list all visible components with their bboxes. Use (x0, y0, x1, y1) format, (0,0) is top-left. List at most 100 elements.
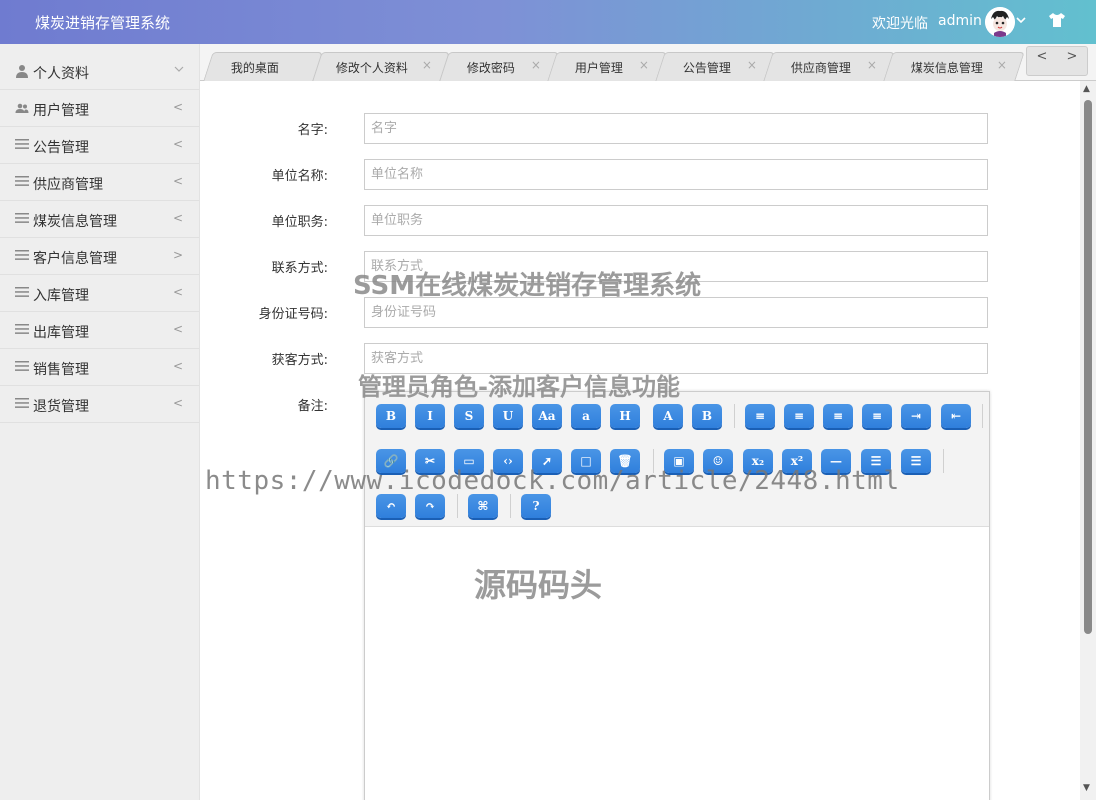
list-icon (15, 397, 29, 411)
undo-icon[interactable]: ↶ (376, 494, 406, 518)
cursor-icon[interactable]: ➚ (532, 449, 562, 473)
strikethrough-icon[interactable]: S (454, 404, 484, 428)
sidebar-item-stock-in[interactable]: 入库管理 < (0, 275, 199, 312)
font-color-icon[interactable]: A (653, 404, 683, 428)
chevron-left-icon: < (173, 174, 184, 188)
ordered-list-icon[interactable]: ☰ (861, 449, 891, 473)
scroll-up-icon[interactable]: ▲ (1083, 84, 1090, 94)
close-icon[interactable]: × (422, 58, 432, 72)
avatar[interactable] (985, 7, 1015, 37)
unlink-icon[interactable]: ✂ (415, 449, 445, 473)
sidebar-item-label: 销售管理 (33, 362, 89, 378)
contact-input[interactable] (364, 251, 988, 282)
tab-label: 修改个人资料 (335, 61, 408, 75)
align-left-icon[interactable]: ≡ (784, 404, 814, 428)
toolbar-separator (943, 449, 944, 473)
editor-body[interactable] (365, 527, 989, 800)
outdent-icon[interactable]: ⇤ (941, 404, 971, 428)
users-icon (15, 101, 29, 115)
fullscreen-icon[interactable]: □ (571, 449, 601, 473)
clear-icon[interactable]: 🗑 (610, 449, 640, 473)
tshirt-icon[interactable] (1048, 12, 1066, 32)
bold-icon[interactable]: B (376, 404, 406, 428)
tab-scroll-right-button[interactable]: > (1057, 49, 1087, 75)
tab-supplier-management[interactable]: 供应商管理 × (763, 52, 895, 81)
company-name-input[interactable] (364, 159, 988, 190)
indent-icon[interactable]: ⇥ (901, 404, 931, 428)
name-input[interactable] (364, 113, 988, 144)
close-icon[interactable]: × (867, 58, 877, 72)
remark-label: 备注: (297, 399, 328, 414)
italic-icon[interactable]: I (415, 404, 445, 428)
background-color-icon[interactable]: B (692, 404, 722, 428)
id-number-input[interactable] (364, 297, 988, 328)
sidebar-item-returns[interactable]: 退货管理 < (0, 386, 199, 423)
tab-coal-info-management[interactable]: 煤炭信息管理 × (883, 52, 1025, 81)
tab-change-password[interactable]: 修改密码 × (439, 52, 559, 81)
list-icon (15, 212, 29, 226)
font-family-icon[interactable]: a (571, 404, 601, 428)
tab-scroll-left-button[interactable]: < (1027, 49, 1057, 75)
top-header: 煤炭进销存管理系统 欢迎光临 admin (0, 0, 1096, 44)
list-icon (15, 286, 29, 300)
tab-label: 公告管理 (682, 61, 731, 75)
close-icon[interactable]: × (997, 58, 1007, 72)
close-icon[interactable]: × (747, 58, 757, 72)
sidebar-item-label: 公告管理 (33, 140, 89, 156)
tab-edit-profile[interactable]: 修改个人资料 × (312, 52, 450, 81)
list-icon (15, 249, 29, 263)
link-icon[interactable]: 🔗 (376, 449, 406, 473)
job-title-input[interactable] (364, 205, 988, 236)
sidebar-item-coal-info[interactable]: 煤炭信息管理 < (0, 201, 199, 238)
chevron-left-icon: < (173, 285, 184, 299)
close-icon[interactable]: × (531, 58, 541, 72)
sidebar-item-label: 煤炭信息管理 (33, 214, 117, 230)
chevron-down-icon[interactable] (1015, 14, 1027, 29)
heading-icon[interactable]: H (610, 404, 640, 428)
company-name-label: 单位名称: (271, 169, 328, 184)
code-icon[interactable]: ‹› (493, 449, 523, 473)
redo-icon[interactable]: ↷ (415, 494, 445, 518)
close-icon[interactable]: × (639, 58, 649, 72)
embed-icon[interactable]: ▭ (454, 449, 484, 473)
acquisition-input[interactable] (364, 343, 988, 374)
emoji-icon[interactable]: ☺ (703, 449, 733, 473)
sidebar-item-label: 供应商管理 (33, 177, 103, 193)
sidebar-item-label: 出库管理 (33, 325, 89, 341)
sidebar-item-profile[interactable]: 个人资料 (0, 44, 199, 90)
sidebar-item-sales[interactable]: 销售管理 < (0, 349, 199, 386)
superscript-icon[interactable]: x² (782, 449, 812, 473)
align-right-icon[interactable]: ≡ (823, 404, 853, 428)
chevron-left-icon: < (173, 100, 184, 114)
sidebar-item-customers[interactable]: 客户信息管理 > (0, 238, 199, 275)
horizontal-rule-icon[interactable]: — (821, 449, 851, 473)
underline-icon[interactable]: U (493, 404, 523, 428)
chevron-left-icon: < (173, 396, 184, 410)
scroll-down-icon[interactable]: ▼ (1083, 783, 1090, 793)
tab-bar: 我的桌面 修改个人资料 × 修改密码 × 用户管理 × 公告管理 × 供应商管理 × 煤炭… (200, 44, 1096, 81)
source-code-icon[interactable]: ⌘ (468, 494, 498, 518)
align-center-icon[interactable]: ≡ (745, 404, 775, 428)
sidebar-item-notices[interactable]: 公告管理 < (0, 127, 199, 164)
tab-label: 用户管理 (574, 61, 623, 75)
sidebar-item-users[interactable]: 用户管理 < (0, 90, 199, 127)
unordered-list-icon[interactable]: ☰ (901, 449, 931, 473)
sidebar-item-stock-out[interactable]: 出库管理 < (0, 312, 199, 349)
image-icon[interactable]: ▣ (664, 449, 694, 473)
tab-label: 供应商管理 (790, 61, 851, 75)
font-size-icon[interactable]: Aa (532, 404, 562, 428)
id-number-label: 身份证号码: (258, 307, 328, 322)
vertical-scrollbar[interactable]: ▲ ▼ (1080, 81, 1096, 800)
scrollbar-thumb[interactable] (1084, 100, 1092, 634)
app-title: 煤炭进销存管理系统 (35, 14, 171, 32)
toolbar-separator (982, 404, 983, 428)
subscript-icon[interactable]: x₂ (743, 449, 773, 473)
username[interactable]: admin (938, 13, 982, 29)
tab-notice-management[interactable]: 公告管理 × (655, 52, 775, 81)
align-justify-icon[interactable]: ≡ (862, 404, 892, 428)
help-icon[interactable]: ? (521, 494, 551, 518)
editor-toolbar: B I S U Aa a H A B ≡ ≡ ≡ ≡ ⇥ ⇤ 🔗 ✂ ▭ ‹› ➚ □ 🗑 ▣ ☺ x₂ x² — ☰ ☰ ↶ ↷ ⌘? (365, 392, 989, 527)
tab-my-desktop[interactable]: 我的桌面 (203, 52, 323, 81)
sidebar-item-suppliers[interactable]: 供应商管理 < (0, 164, 199, 201)
tab-user-management[interactable]: 用户管理 × (547, 52, 667, 81)
